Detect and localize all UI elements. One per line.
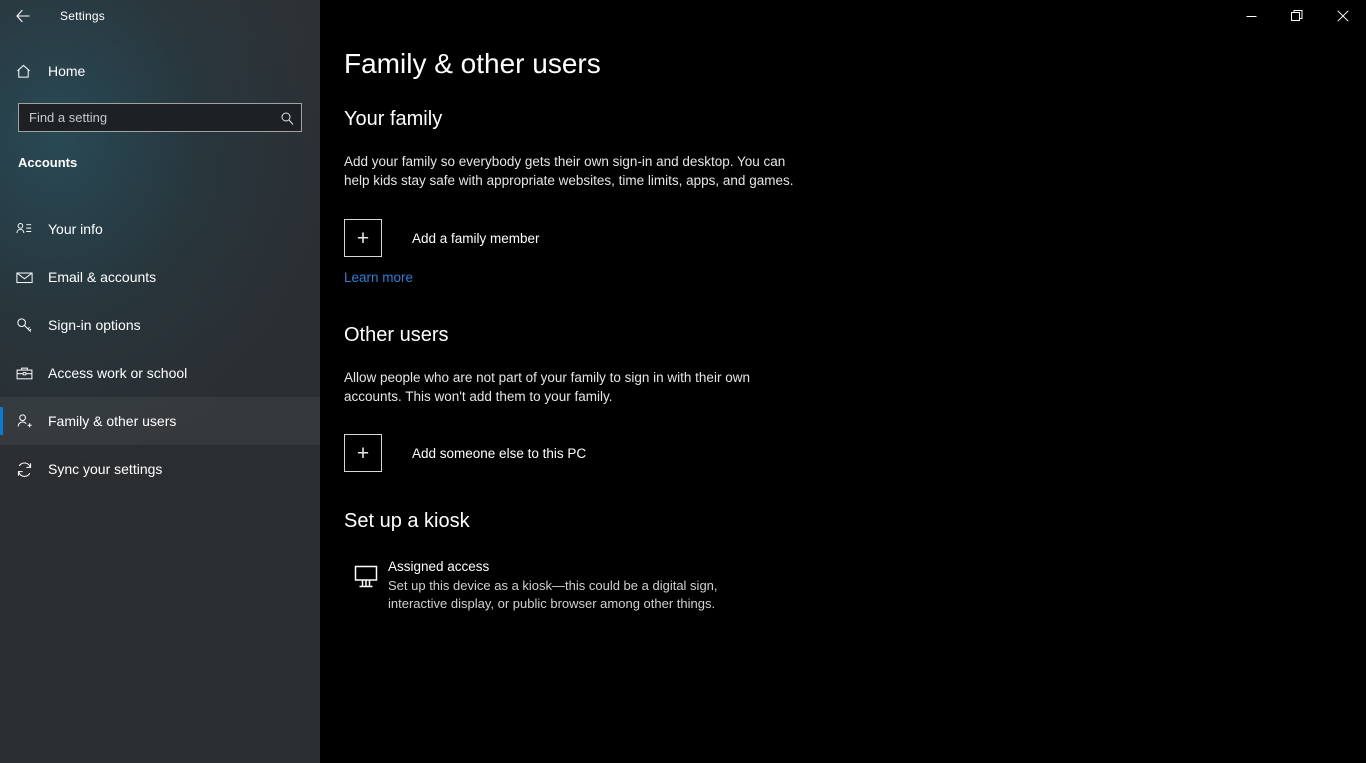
sidebar-nav-list: Your info Email & accounts Sign-in optio… <box>0 205 320 493</box>
sidebar-item-label: Email & accounts <box>48 269 156 285</box>
sidebar-item-label: Your info <box>48 221 103 237</box>
sidebar-item-label: Sign-in options <box>48 317 141 333</box>
search-box[interactable] <box>18 103 302 132</box>
sync-icon <box>0 460 48 479</box>
selection-indicator <box>0 407 3 435</box>
back-button[interactable] <box>0 0 46 32</box>
user-card-icon <box>0 220 48 238</box>
your-family-section: Your family Add your family so everybody… <box>344 108 1104 287</box>
add-family-member-label: Add a family member <box>412 231 540 246</box>
sidebar: Settings Home Accounts Your <box>0 0 320 763</box>
main-content: Family & other users Your family Add you… <box>320 0 1366 763</box>
add-someone-else-button[interactable]: + Add someone else to this PC <box>344 434 1104 472</box>
sidebar-item-label: Sync your settings <box>48 461 162 477</box>
assigned-access-description: Set up this device as a kiosk—this could… <box>388 577 760 613</box>
other-users-description: Allow people who are not part of your fa… <box>344 368 796 406</box>
sidebar-item-label: Family & other users <box>48 413 176 429</box>
sidebar-item-label: Access work or school <box>48 365 187 381</box>
restore-button[interactable] <box>1274 0 1320 32</box>
sidebar-item-sync-your-settings[interactable]: Sync your settings <box>0 445 320 493</box>
home-icon <box>0 63 46 80</box>
kiosk-section: Set up a kiosk Assigned access Set up th… <box>344 510 1104 613</box>
assigned-access-title: Assigned access <box>388 559 760 574</box>
search-input[interactable] <box>19 110 273 125</box>
sidebar-item-family-other-users[interactable]: Family & other users <box>0 397 320 445</box>
add-family-member-button[interactable]: + Add a family member <box>344 219 1104 257</box>
page-title: Family & other users <box>344 48 1104 80</box>
close-button[interactable] <box>1320 0 1366 32</box>
sidebar-item-sign-in-options[interactable]: Sign-in options <box>0 301 320 349</box>
other-users-section: Other users Allow people who are not par… <box>344 324 1104 472</box>
learn-more-link[interactable]: Learn more <box>344 270 413 285</box>
plus-icon: + <box>344 219 382 257</box>
sidebar-titlebar: Settings <box>0 0 320 32</box>
search-container <box>18 103 302 132</box>
sidebar-item-email-accounts[interactable]: Email & accounts <box>0 253 320 301</box>
plus-icon: + <box>344 434 382 472</box>
assigned-access-text: Assigned access Set up this device as a … <box>388 559 760 613</box>
your-family-heading: Your family <box>344 108 1104 131</box>
sidebar-item-home[interactable]: Home <box>0 55 320 87</box>
settings-window: Settings Home Accounts Your <box>0 0 1366 763</box>
sidebar-item-your-info[interactable]: Your info <box>0 205 320 253</box>
mail-icon <box>0 268 48 287</box>
settings-page-content: Family & other users Your family Add you… <box>344 48 1104 613</box>
search-icon[interactable] <box>273 111 301 125</box>
add-someone-else-label: Add someone else to this PC <box>412 446 586 461</box>
sidebar-item-access-work-school[interactable]: Access work or school <box>0 349 320 397</box>
user-add-icon <box>0 412 48 431</box>
other-users-heading: Other users <box>344 324 1104 347</box>
kiosk-monitor-icon <box>344 559 388 590</box>
window-controls <box>1228 0 1366 32</box>
kiosk-heading: Set up a kiosk <box>344 510 1104 533</box>
minimize-button[interactable] <box>1228 0 1274 32</box>
sidebar-category-label: Accounts <box>18 155 77 170</box>
your-family-description: Add your family so everybody gets their … <box>344 152 796 190</box>
key-icon <box>0 316 48 335</box>
assigned-access-item[interactable]: Assigned access Set up this device as a … <box>344 559 1104 613</box>
briefcase-icon <box>0 364 48 383</box>
home-label: Home <box>48 63 85 79</box>
app-title: Settings <box>60 9 105 23</box>
